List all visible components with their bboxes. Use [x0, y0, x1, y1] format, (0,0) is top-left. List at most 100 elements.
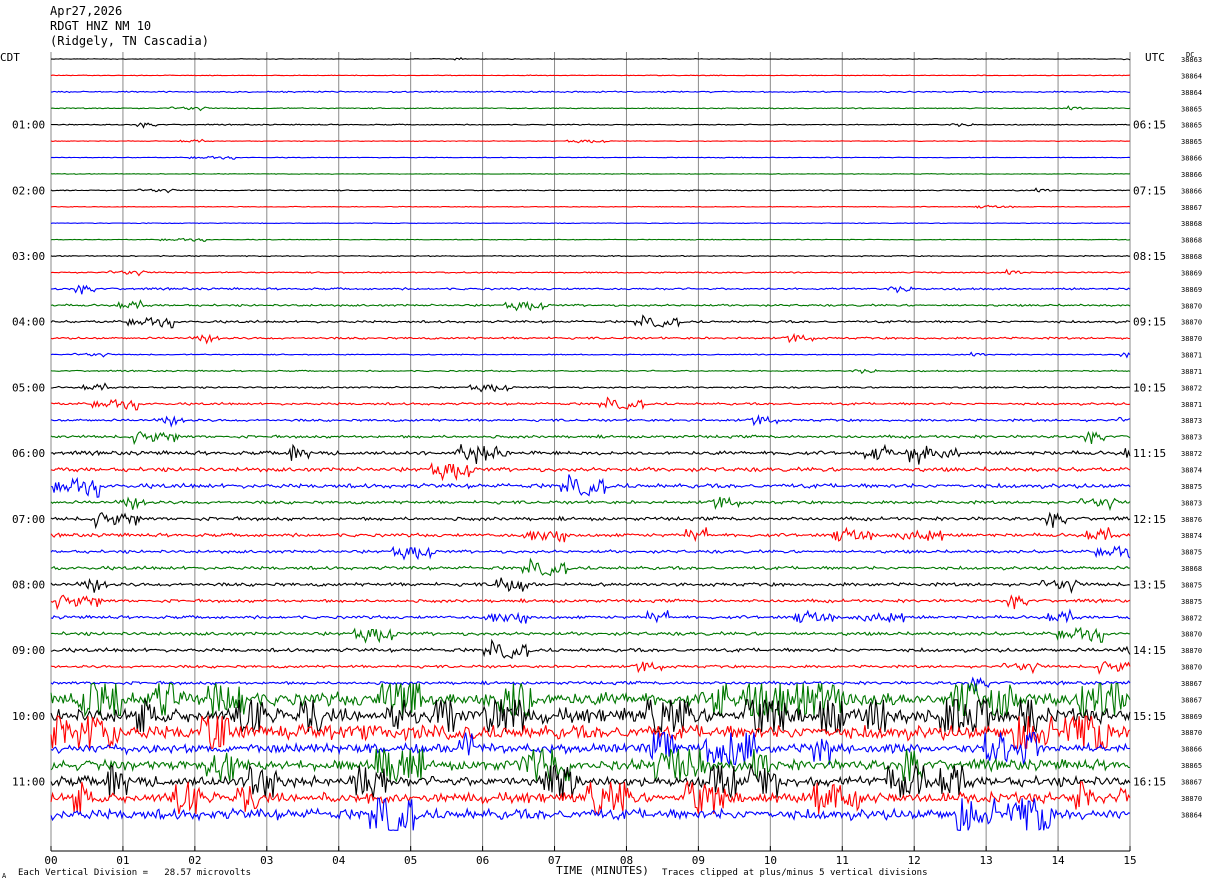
- seismic-trace: [50, 496, 1131, 512]
- x-tick-label: 03: [260, 854, 273, 867]
- seismic-trace: [50, 577, 1131, 595]
- seismic-trace: [50, 74, 1131, 77]
- dc-offset-label: 38870: [1181, 631, 1202, 639]
- dc-offset-label: 38876: [1181, 516, 1202, 524]
- dc-offset-label: 38873: [1181, 434, 1202, 442]
- dc-offset-label: 38870: [1181, 795, 1202, 803]
- dc-offset-label: 38872: [1181, 450, 1202, 458]
- dc-offset-label: 38868: [1181, 253, 1202, 261]
- left-hour-label: 08:00: [12, 578, 45, 591]
- dc-offset-label: 38869: [1181, 286, 1202, 294]
- seismic-trace: [50, 284, 1131, 295]
- left-hour-label: 10:00: [12, 710, 45, 723]
- seismic-trace: [50, 474, 1131, 498]
- dc-offset-label: 38868: [1181, 237, 1202, 245]
- dc-offset-label: 38870: [1181, 335, 1202, 343]
- dc-offset-label: 38865: [1181, 122, 1202, 130]
- dc-offset-label: 38875: [1181, 549, 1202, 557]
- x-axis-label: TIME (MINUTES): [556, 864, 649, 877]
- seismic-trace: [50, 299, 1131, 312]
- seismic-trace: [50, 780, 1131, 815]
- seismic-trace: [50, 763, 1131, 798]
- dc-offset-label: 38866: [1181, 187, 1202, 195]
- right-hour-label: 15:15: [1133, 710, 1166, 723]
- seismic-trace: [50, 511, 1131, 530]
- x-tick-label: 01: [116, 854, 129, 867]
- seismic-trace: [50, 697, 1131, 734]
- dc-offset-label: 38870: [1181, 664, 1202, 672]
- corner-mark: A: [2, 872, 7, 880]
- dc-offset-label: 38863: [1181, 56, 1202, 64]
- dc-offset-label: 38868: [1181, 565, 1202, 573]
- dc-offset-label: 38866: [1181, 171, 1202, 179]
- seismic-trace: [50, 368, 1131, 375]
- dc-offset-label: 38866: [1181, 155, 1202, 163]
- left-hour-label: 06:00: [12, 447, 45, 460]
- scale-note: Each Vertical Division = 28.57 microvolt…: [18, 868, 251, 878]
- seismic-trace: [50, 173, 1131, 175]
- dc-offset-label: 38874: [1181, 532, 1202, 540]
- seismic-trace: [50, 557, 1131, 577]
- dc-offset-label: 38864: [1181, 89, 1202, 97]
- seismic-trace: [50, 105, 1131, 112]
- dc-offset-label: 38873: [1181, 417, 1202, 425]
- right-hour-label: 16:15: [1133, 775, 1166, 788]
- left-hour-label: 09:00: [12, 644, 45, 657]
- dc-offset-label: 38874: [1181, 467, 1202, 475]
- seismic-trace: [50, 268, 1131, 277]
- location-label: (Ridgely, TN Cascadia): [50, 34, 209, 48]
- x-tick-label: 14: [1051, 854, 1065, 867]
- left-hour-label: 05:00: [12, 381, 45, 394]
- seismic-trace: [51, 57, 1131, 61]
- dc-offset-label: 38865: [1181, 762, 1202, 770]
- right-hour-label: 13:15: [1133, 578, 1166, 591]
- date-label: Apr27,2026: [50, 4, 123, 18]
- seismic-trace: [50, 138, 1131, 144]
- dc-offset-label: 38870: [1181, 319, 1202, 327]
- dc-offset-label: 38871: [1181, 368, 1202, 376]
- dc-offset-label: 38867: [1181, 680, 1202, 688]
- seismic-trace: [50, 608, 1131, 624]
- right-hour-label: 12:15: [1133, 513, 1166, 526]
- dc-offset-label: 38869: [1181, 713, 1202, 721]
- seismic-trace: [50, 545, 1131, 561]
- x-tick-label: 05: [404, 854, 417, 867]
- x-tick-label: 15: [1123, 854, 1136, 867]
- dc-offset-label: 38865: [1181, 105, 1202, 113]
- dc-offset-label: 38865: [1181, 138, 1202, 146]
- dc-offset-label: 38875: [1181, 598, 1202, 606]
- dc-offset-label: 38875: [1181, 581, 1202, 589]
- dc-offset-label: 38866: [1181, 746, 1202, 754]
- left-hour-label: 07:00: [12, 513, 45, 526]
- seismic-trace: [50, 314, 1131, 329]
- dc-offset-label: 38872: [1181, 614, 1202, 622]
- right-hour-label: 11:15: [1133, 447, 1166, 460]
- seismic-trace: [50, 638, 1131, 660]
- right-timezone-label: UTC: [1145, 51, 1165, 64]
- seismic-trace: [50, 443, 1131, 465]
- x-tick-label: 09: [692, 854, 705, 867]
- dc-offset-label: 38871: [1181, 401, 1202, 409]
- helicorder-chart: 00 01 02 03 04 05 06 07 08 09 10 11 12 13 14 15TIME (MI…: [0, 51, 1202, 877]
- dc-offset-label: 38867: [1181, 696, 1202, 704]
- seismic-trace: [50, 396, 1131, 411]
- dc-offset-label: 38868: [1181, 220, 1202, 228]
- dc-offset-label: 38864: [1181, 72, 1202, 80]
- x-tick-label: 13: [980, 854, 993, 867]
- x-tick-label: 12: [908, 854, 921, 867]
- seismic-trace: [50, 661, 1131, 675]
- seismic-trace: [50, 254, 1130, 258]
- left-timezone-label: CDT: [0, 51, 20, 64]
- dc-offset-label: 38871: [1181, 352, 1202, 360]
- right-hour-label: 08:15: [1133, 250, 1166, 263]
- x-tick-label: 00: [44, 854, 57, 867]
- seismic-trace: [50, 594, 1131, 611]
- dc-offset-label: 38867: [1181, 778, 1202, 786]
- seismic-trace: [50, 204, 1131, 209]
- seismic-trace: [50, 90, 1130, 94]
- dc-offset-label: 38867: [1181, 204, 1202, 212]
- left-hour-label: 04:00: [12, 316, 45, 329]
- dc-offset-label: 38870: [1181, 729, 1202, 737]
- clip-note: Traces clipped at plus/minus 5 vertical …: [662, 868, 928, 878]
- right-hour-label: 10:15: [1133, 381, 1166, 394]
